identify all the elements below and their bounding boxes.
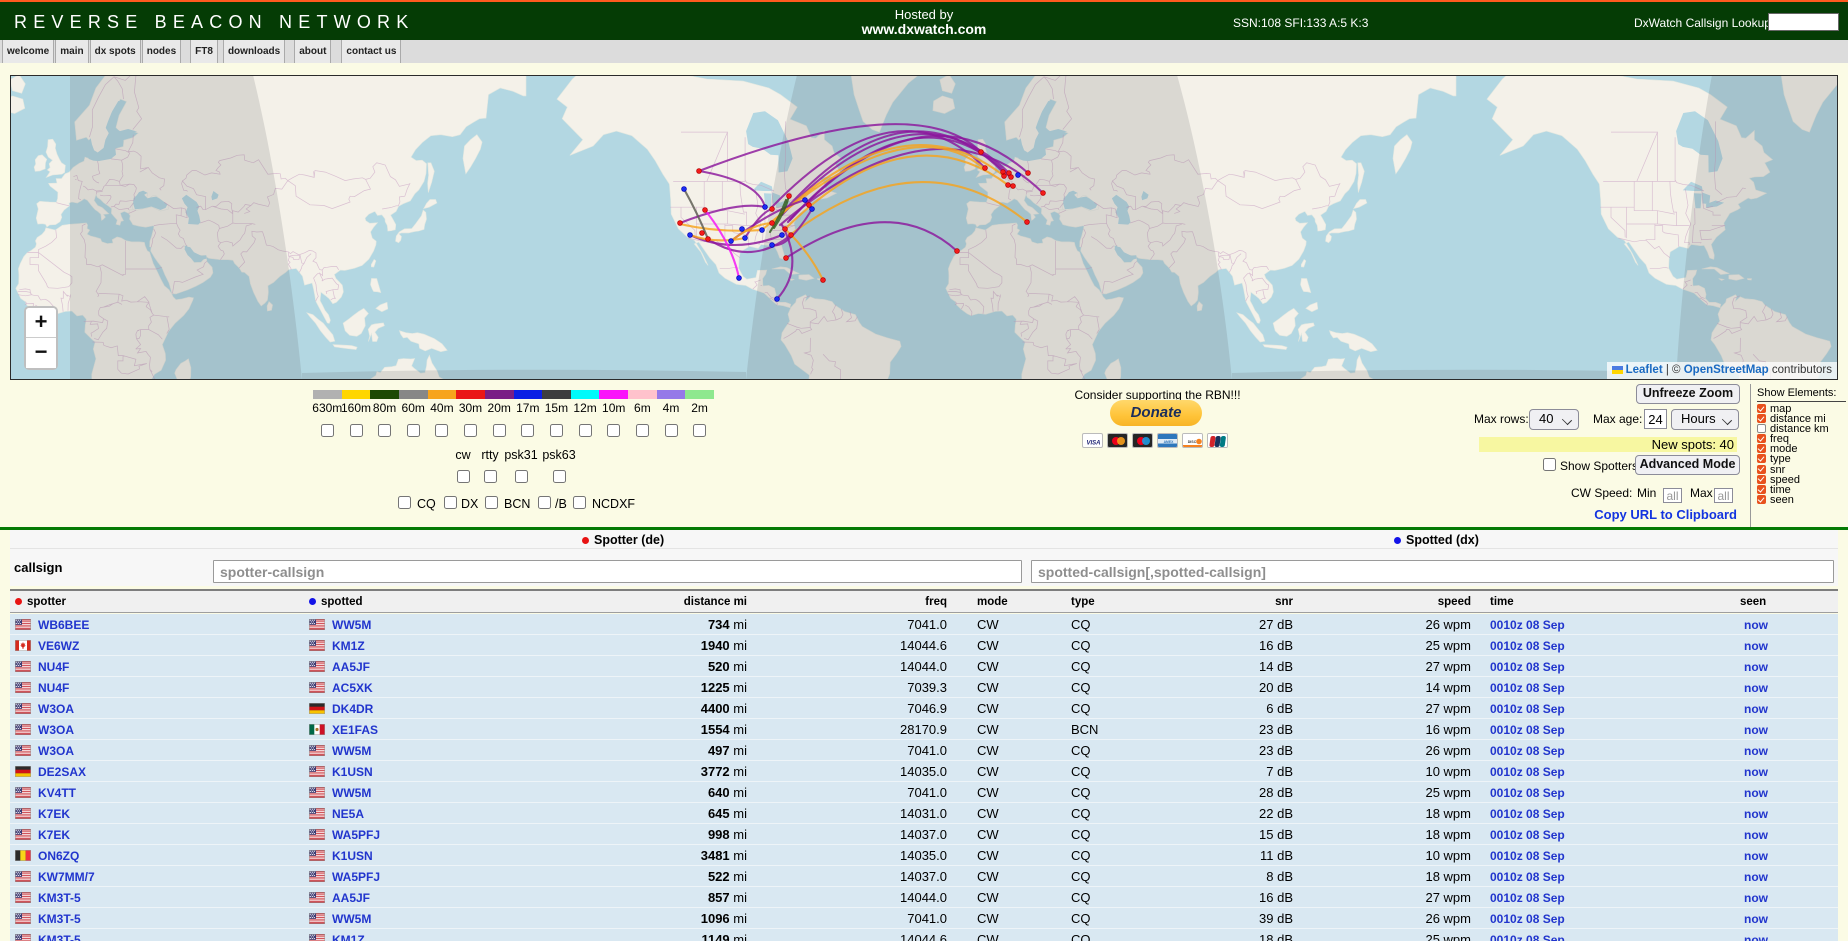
svg-text:VISA: VISA xyxy=(1086,441,1100,447)
svg-text:AMEX: AMEX xyxy=(1164,440,1175,444)
svg-text:DISC: DISC xyxy=(1188,440,1197,444)
